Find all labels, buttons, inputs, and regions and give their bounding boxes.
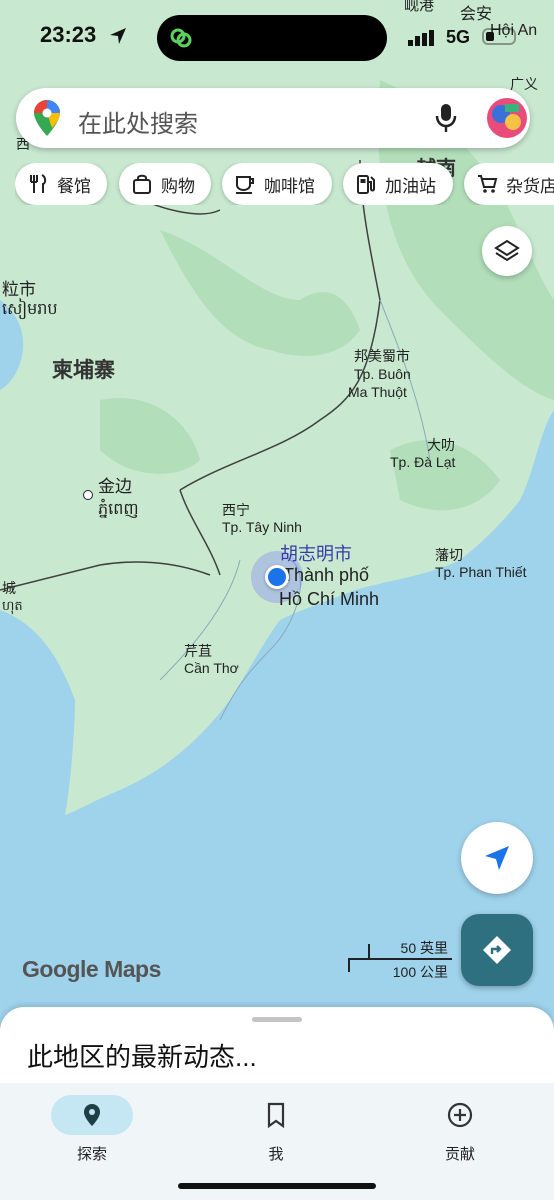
avatar[interactable] bbox=[487, 98, 527, 138]
tab-contribute[interactable]: 贡献 bbox=[400, 1089, 520, 1169]
map-label-kampot-km: ហុត bbox=[2, 598, 23, 613]
chip-label: 杂货店 bbox=[506, 176, 554, 196]
map-label-buon-cn[interactable]: 邦美蜀市 bbox=[354, 346, 410, 366]
map-label-tay-ninh-vi: Tp. Tây Ninh bbox=[222, 519, 302, 535]
location-arrow-icon bbox=[110, 28, 126, 44]
map-label-siem-cn[interactable]: 粒市 bbox=[2, 275, 36, 300]
home-indicator[interactable] bbox=[178, 1183, 376, 1189]
map-label-phnom-penh-km: ភ្នំពេញ bbox=[98, 501, 139, 518]
link-icon bbox=[170, 28, 192, 48]
map-label-dalat-vi: Tp. Đà Lạt bbox=[390, 454, 456, 470]
directions-button[interactable] bbox=[461, 914, 533, 986]
scale-bar: 50 英里 100 公里 bbox=[348, 938, 452, 982]
sheet-title: 此地区的最新动态... bbox=[27, 1042, 257, 1072]
map-label-phnom-penh-cn[interactable]: 金边 bbox=[98, 472, 132, 497]
map-label-kampot-cn[interactable]: 城 bbox=[2, 578, 16, 598]
shopping-bag-icon bbox=[133, 174, 151, 194]
layers-icon bbox=[494, 239, 520, 262]
microphone-icon[interactable] bbox=[434, 102, 458, 134]
sheet-drag-handle[interactable] bbox=[252, 1017, 302, 1022]
chip-label: 加油站 bbox=[385, 176, 436, 196]
tab-explore-label: 探索 bbox=[76, 1146, 107, 1163]
chip-coffee[interactable]: 咖啡馆 bbox=[222, 163, 332, 205]
map-label-tay-ninh-cn[interactable]: 西宁 bbox=[222, 500, 250, 520]
status-bar: 23:23 5G bbox=[0, 0, 554, 70]
scale-imperial: 50 英里 bbox=[400, 940, 448, 956]
navigation-arrow-icon bbox=[485, 846, 509, 870]
restaurant-icon bbox=[30, 174, 47, 193]
map-label-hcmc-vi-2: Hồ Chí Minh bbox=[279, 589, 380, 609]
dynamic-island[interactable] bbox=[157, 15, 387, 61]
status-time: 23:23 bbox=[40, 22, 97, 47]
category-chips: 餐馆 购物 咖啡馆 加油站 杂货店 bbox=[15, 163, 554, 205]
map-label-can-tho-cn[interactable]: 芹苴 bbox=[184, 641, 212, 661]
tab-me[interactable]: 我 bbox=[216, 1089, 336, 1169]
search-bar[interactable]: 在此处搜索 bbox=[16, 88, 530, 148]
chip-shopping[interactable]: 购物 bbox=[119, 163, 211, 205]
map-label-phanthiet-cn[interactable]: 藩切 bbox=[435, 545, 463, 565]
coffee-icon bbox=[236, 176, 254, 194]
map-label-hcmc-vi-1: Thành phố bbox=[283, 565, 370, 585]
chip-label: 咖啡馆 bbox=[264, 176, 315, 196]
map-label-buon-vi-1: Tp. Buôn bbox=[354, 366, 411, 382]
search-input[interactable]: 在此处搜索 bbox=[78, 104, 198, 139]
battery-icon bbox=[482, 28, 516, 45]
map-label-buon-vi-2: Ma Thuột bbox=[348, 384, 407, 400]
google-maps-logo: Google Maps bbox=[22, 956, 161, 982]
map-label-hcmc-cn[interactable]: 胡志明市 bbox=[280, 540, 352, 566]
map-dot-phnom-penh bbox=[83, 490, 93, 500]
cart-icon bbox=[478, 175, 498, 193]
map-label-dalat-cn[interactable]: 大叻 bbox=[427, 435, 455, 455]
map-label-siem-km: សៀមរាប bbox=[2, 301, 58, 318]
chip-gas-stations[interactable]: 加油站 bbox=[343, 163, 453, 205]
add-circle-icon bbox=[447, 1102, 473, 1128]
bookmark-icon bbox=[267, 1102, 285, 1129]
signal-icon bbox=[408, 30, 434, 46]
map-label-cambodia[interactable]: 柬埔寨 bbox=[52, 354, 115, 384]
chip-groceries[interactable]: 杂货店 bbox=[464, 163, 554, 205]
network-type: 5G bbox=[446, 27, 471, 47]
chip-restaurants[interactable]: 餐馆 bbox=[15, 163, 107, 205]
tab-me-label: 我 bbox=[268, 1146, 284, 1163]
explore-pin-icon bbox=[84, 1104, 100, 1126]
map-label-phanthiet-vi: Tp. Phan Thiết bbox=[435, 564, 527, 580]
chip-label: 购物 bbox=[161, 176, 195, 196]
tab-explore[interactable]: 探索 bbox=[0, 1089, 184, 1169]
map-label-can-tho-vi: Cần Thơ bbox=[184, 660, 239, 676]
gas-station-icon bbox=[357, 175, 375, 194]
current-location-dot bbox=[265, 565, 289, 589]
google-maps-pin-icon bbox=[34, 100, 60, 136]
layers-button[interactable] bbox=[482, 226, 532, 276]
tab-contribute-label: 贡献 bbox=[444, 1146, 475, 1163]
chip-label: 餐馆 bbox=[57, 176, 91, 196]
directions-icon bbox=[483, 936, 511, 964]
scale-metric: 100 公里 bbox=[392, 964, 448, 980]
my-location-button[interactable] bbox=[461, 822, 533, 894]
